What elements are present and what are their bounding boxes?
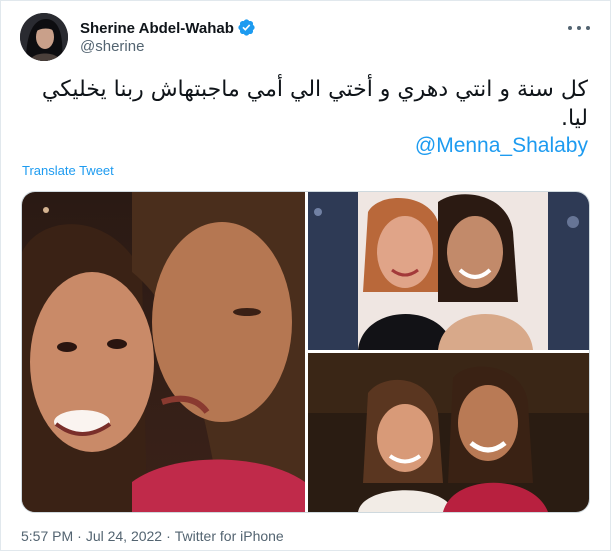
verified-badge-icon bbox=[237, 18, 256, 41]
tweet-date[interactable]: Jul 24, 2022 bbox=[86, 528, 162, 544]
photo-3[interactable] bbox=[308, 353, 589, 512]
tweet-card: Sherine Abdel-Wahab @sherine كل سنة و ان… bbox=[0, 0, 611, 551]
tweet-time[interactable]: 5:57 PM bbox=[21, 528, 73, 544]
mention-link[interactable]: @Menna_Shalaby bbox=[415, 134, 588, 158]
translate-tweet-link[interactable]: Translate Tweet bbox=[22, 163, 114, 178]
dot bbox=[577, 26, 581, 30]
tweet-meta: 5:57 PM · Jul 24, 2022 · Twitter for iPhone bbox=[21, 528, 284, 544]
tweet-header: Sherine Abdel-Wahab @sherine bbox=[20, 13, 590, 61]
more-options-icon[interactable] bbox=[568, 19, 590, 37]
media-grid bbox=[21, 191, 590, 513]
photo-2[interactable] bbox=[308, 192, 589, 350]
separator: · bbox=[166, 528, 171, 544]
author-name-text: Sherine Abdel-Wahab bbox=[80, 20, 234, 37]
avatar[interactable] bbox=[20, 13, 68, 61]
photo-1[interactable] bbox=[22, 192, 305, 512]
dot bbox=[568, 26, 572, 30]
tweet-text: كل سنة و انتي دهري و أختي الي أمي ماجبته… bbox=[41, 77, 588, 131]
author-handle[interactable]: @sherine bbox=[80, 38, 144, 55]
separator: · bbox=[77, 528, 82, 544]
dot bbox=[586, 26, 590, 30]
avatar-image bbox=[20, 13, 68, 61]
tweet-source[interactable]: Twitter for iPhone bbox=[175, 528, 284, 544]
